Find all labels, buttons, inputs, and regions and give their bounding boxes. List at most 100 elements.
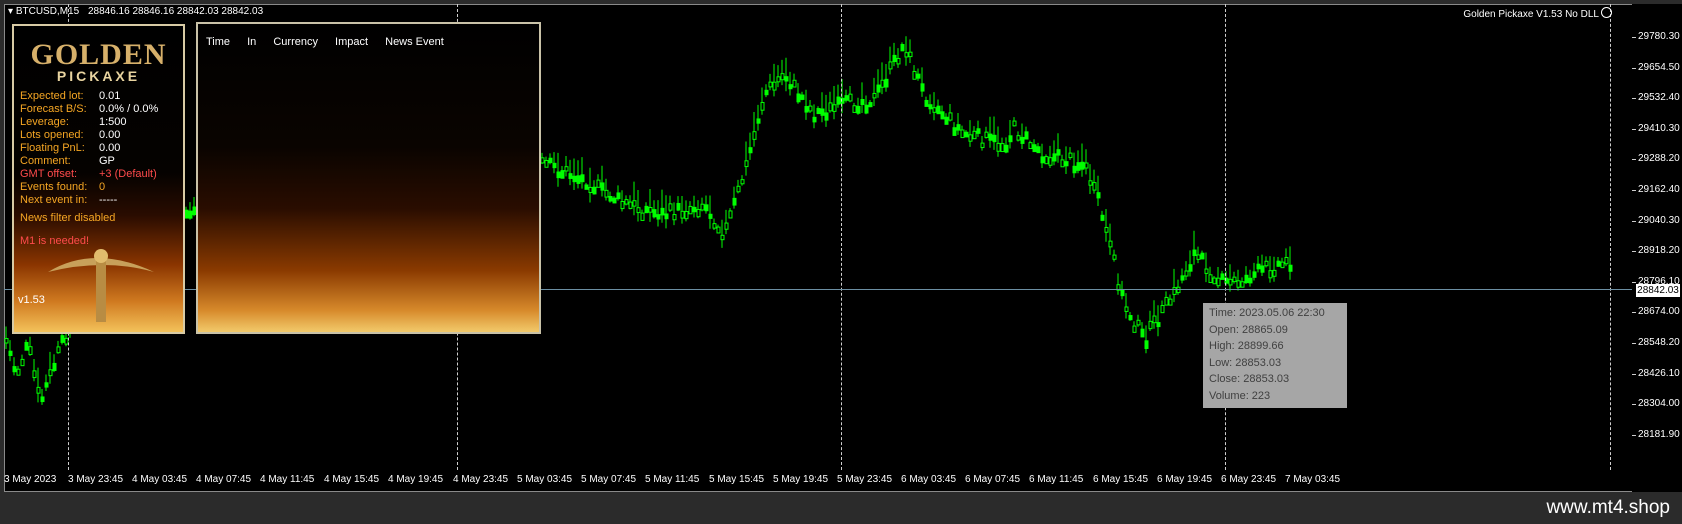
info-row: Floating PnL: 0.00: [20, 142, 158, 155]
time-tick: 4 May 19:45: [388, 474, 444, 485]
info-row: Events found: 0: [20, 181, 158, 194]
version-label: v1.53: [18, 294, 45, 306]
candle-body: [668, 203, 673, 211]
candle-body: [752, 131, 757, 140]
col-impact: Impact: [335, 36, 369, 48]
candle-body: [1076, 162, 1081, 171]
candle-body: [1096, 192, 1101, 199]
news-table-header: Time In Currency Impact News Event: [206, 36, 458, 48]
candle-body: [916, 73, 921, 79]
candle-body: [856, 105, 861, 114]
info-key: Forecast B/S:: [20, 103, 87, 115]
candle-body: [1200, 252, 1205, 260]
time-tick: 5 May 03:45: [517, 474, 573, 485]
candle-body: [908, 51, 913, 58]
tooltip-high: High: 28899.66: [1209, 340, 1284, 353]
candle-body: [1072, 165, 1077, 174]
info-list: Expected lot: 0.01 Forecast B/S: 0.0% / 0.0…: [20, 90, 158, 207]
time-tick: 5 May 23:45: [837, 474, 893, 485]
candle-body: [1048, 157, 1053, 166]
info-value: -----: [99, 194, 118, 206]
candle-body: [12, 366, 17, 373]
candle-body: [1056, 149, 1061, 156]
price-tick: 29410.30: [1632, 122, 1680, 134]
candle-body: [620, 201, 625, 210]
candle-body: [768, 81, 773, 88]
candle-body: [776, 76, 781, 83]
price-tick: 29780.30: [1632, 31, 1680, 42]
time-tick: 6 May 07:45: [965, 474, 1021, 485]
candle-body: [1144, 340, 1149, 349]
time-tick: 6 May 19:45: [1157, 474, 1213, 485]
candle-body: [52, 362, 57, 371]
symbol-label: BTCUSD,M15: [15, 6, 80, 17]
col-time: Time: [206, 36, 231, 48]
candle-body: [1284, 256, 1289, 265]
candle-body: [928, 104, 933, 110]
day-separator: [841, 4, 842, 470]
candle-body: [956, 124, 961, 131]
candle-body: [896, 57, 901, 65]
candle-body: [740, 179, 745, 185]
candle-body: [16, 368, 21, 376]
time-axis[interactable]: 3 May 2023 3 May 23:45 4 May 03:45 4 May 07…: [4, 470, 1632, 490]
time-tick: 5 May 15:45: [709, 474, 765, 485]
candle-body: [608, 196, 613, 202]
menu-triangle-icon[interactable]: ▾: [8, 6, 13, 17]
info-row: Leverage: 1:500: [20, 116, 158, 129]
candle-body: [692, 206, 697, 213]
candle-body: [1004, 144, 1009, 153]
time-tick: 6 May 15:45: [1093, 474, 1149, 485]
candle-body: [20, 358, 25, 367]
candle-body: [732, 197, 737, 206]
candle-body: [816, 108, 821, 115]
candle-body: [1212, 277, 1217, 285]
time-tick: 3 May 2023: [4, 474, 57, 485]
candle-body: [852, 105, 857, 113]
time-tick: 6 May 23:45: [1221, 474, 1277, 485]
info-row: Next event in: -----: [20, 194, 158, 207]
ea-info-panel: GOLDEN PICKAXE Expected lot: 0.01 Forecast…: [12, 24, 185, 334]
candle-body: [1276, 260, 1281, 267]
candle-body: [976, 128, 981, 134]
news-filter-status: News filter disabled: [20, 212, 116, 224]
candle-body: [944, 116, 949, 125]
time-tick: 6 May 11:45: [1029, 474, 1084, 485]
candle-body: [1228, 278, 1233, 286]
day-separator: [1610, 4, 1611, 470]
info-row: Comment: GP: [20, 155, 158, 168]
candle-body: [828, 102, 833, 112]
candle-body: [1016, 135, 1021, 141]
time-tick: 5 May 07:45: [581, 474, 637, 485]
candle-body: [632, 200, 637, 207]
smiley-icon: [1601, 7, 1612, 18]
candle-body: [1232, 276, 1237, 283]
price-tick: 28548.20: [1632, 337, 1680, 348]
candle-body: [4, 338, 9, 344]
candle-body: [1148, 320, 1153, 330]
info-value: +3 (Default): [99, 168, 157, 180]
tooltip-open: Open: 28865.09: [1209, 323, 1288, 336]
ea-name-label: Golden Pickaxe V1.53 No DLL: [1463, 9, 1599, 20]
info-key: Floating PnL:: [20, 142, 85, 154]
time-tick: 3 May 23:45: [68, 474, 124, 485]
candle-body: [1128, 315, 1133, 321]
price-tick: 29532.40: [1632, 92, 1680, 104]
candle-body: [1040, 156, 1045, 164]
candle-body: [1000, 143, 1005, 153]
candle-body: [1272, 269, 1277, 277]
candle-body: [904, 52, 909, 58]
candle-body: [848, 93, 853, 102]
candle-body: [1120, 289, 1125, 297]
candle-body: [940, 111, 945, 120]
info-key: Leverage:: [20, 116, 69, 128]
price-tick: 28304.00: [1632, 398, 1680, 410]
candle-body: [784, 76, 789, 82]
candle-body: [1208, 274, 1213, 284]
info-key: Lots opened:: [20, 129, 84, 141]
ea-name[interactable]: Golden Pickaxe V1.53 No DLL: [1463, 7, 1612, 20]
candle-body: [1268, 270, 1273, 279]
footer-brand[interactable]: www.mt4.shop: [1546, 497, 1670, 519]
candle-body: [1240, 281, 1245, 288]
price-scale[interactable]: 29780.30 29654.50 29532.40 29410.30 29288.20…: [1632, 4, 1682, 492]
